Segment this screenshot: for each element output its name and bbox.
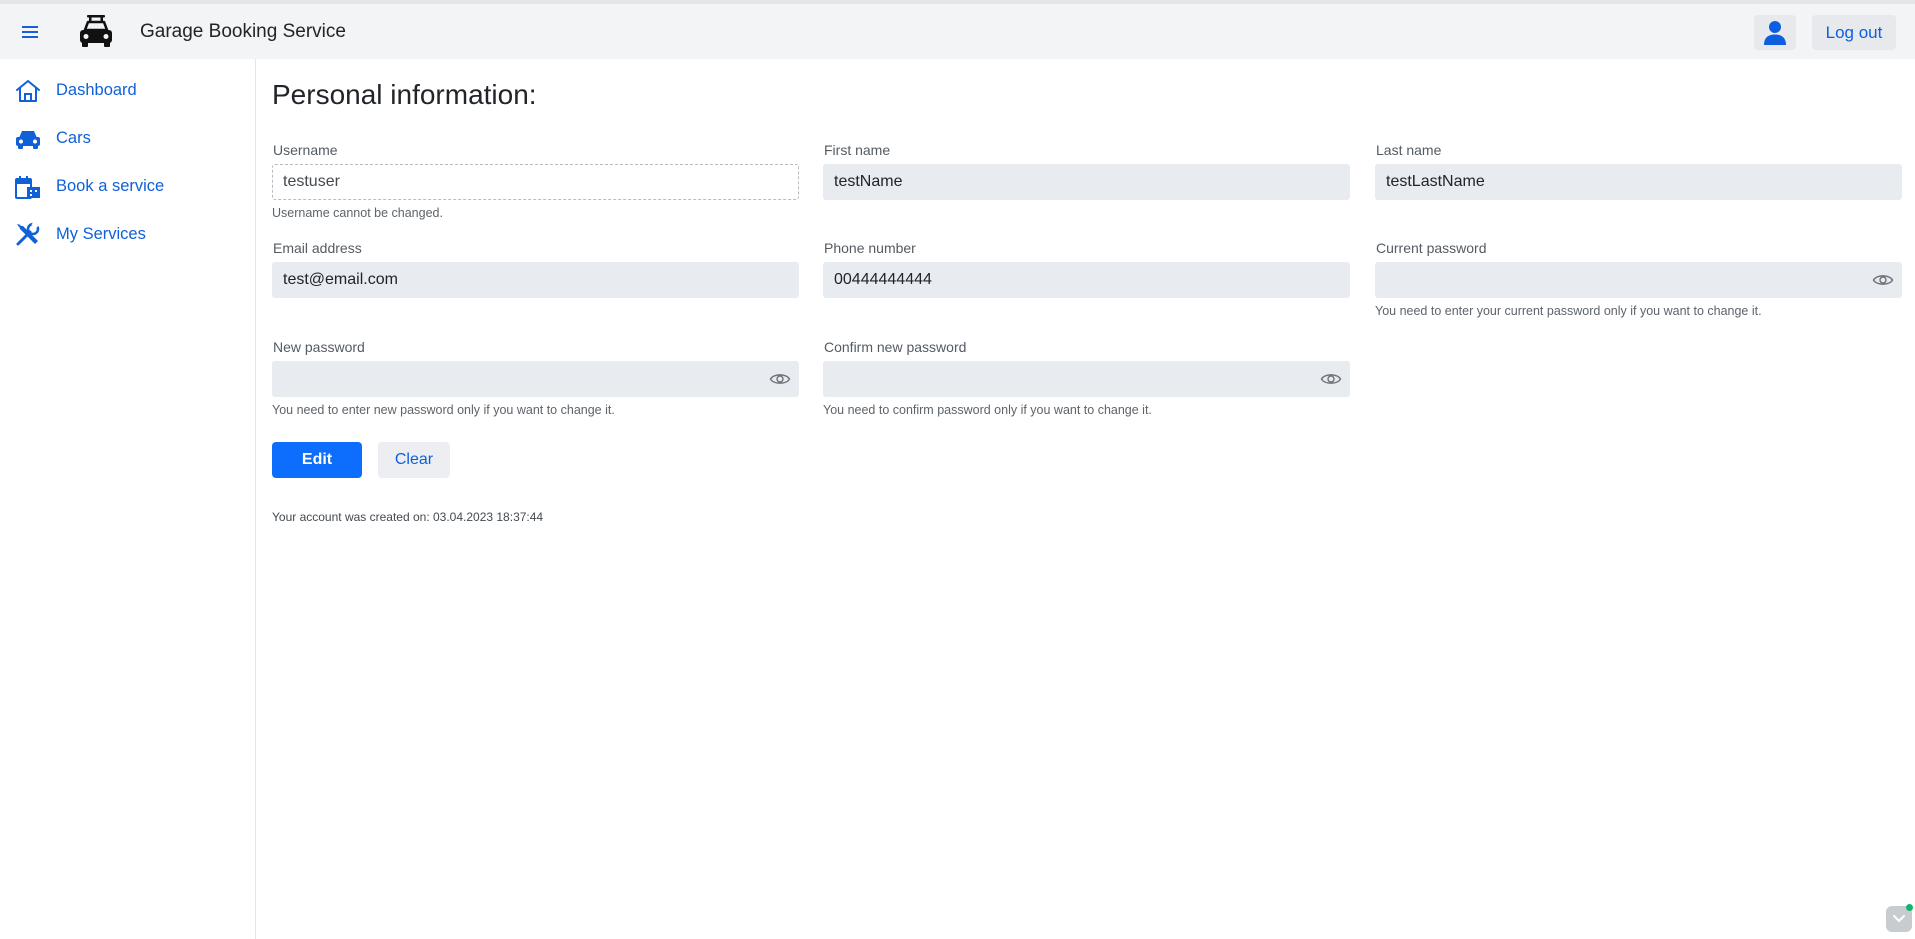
sidebar-item-label: My Services <box>56 225 146 243</box>
car-logo-icon <box>76 12 116 52</box>
car-icon <box>14 126 42 152</box>
current-password-label: Current password <box>1376 240 1487 256</box>
menu-icon[interactable] <box>18 22 42 42</box>
phone-label: Phone number <box>824 240 916 256</box>
current-password-help: You need to enter your current password … <box>1375 304 1762 318</box>
user-icon <box>1764 20 1786 45</box>
account-created-text: Your account was created on: 03.04.2023 … <box>272 510 544 524</box>
app-title: Garage Booking Service <box>140 21 346 42</box>
username-label: Username <box>273 142 338 158</box>
sidebar-item-label: Cars <box>56 129 91 147</box>
user-profile-button[interactable] <box>1754 15 1796 50</box>
top-header: Garage Booking Service Log out <box>0 4 1915 59</box>
first-name-label: First name <box>824 142 891 158</box>
username-help: Username cannot be changed. <box>272 206 443 220</box>
current-password-field[interactable] <box>1375 262 1902 298</box>
sidebar-item-label: Book a service <box>56 177 165 195</box>
email-label: Email address <box>273 240 362 256</box>
main-content: Personal information: Username Username … <box>272 59 1902 919</box>
confirm-password-label: Confirm new password <box>824 339 967 355</box>
confirm-password-help: You need to confirm password only if you… <box>823 403 1152 417</box>
show-password-icon[interactable] <box>1872 271 1894 289</box>
sidebar-item-label: Dashboard <box>56 81 137 99</box>
logout-button[interactable]: Log out <box>1812 15 1896 50</box>
calendar-icon <box>14 174 42 200</box>
chat-widget-button[interactable] <box>1886 904 1913 932</box>
new-password-field[interactable] <box>272 361 799 397</box>
first-name-field[interactable] <box>823 164 1350 200</box>
sidebar-item-dashboard[interactable]: Dashboard <box>0 71 255 111</box>
confirm-password-field[interactable] <box>823 361 1350 397</box>
phone-field[interactable] <box>823 262 1350 298</box>
sidebar-item-my-services[interactable]: My Services <box>0 215 255 255</box>
email-field[interactable] <box>272 262 799 298</box>
sidebar-item-book-service[interactable]: Book a service <box>0 167 255 207</box>
clear-button[interactable]: Clear <box>378 442 450 478</box>
page-title: Personal information: <box>272 79 537 110</box>
sidebar: Dashboard Cars Book a service My Service… <box>0 59 256 939</box>
last-name-field[interactable] <box>1375 164 1902 200</box>
new-password-help: You need to enter new password only if y… <box>272 403 615 417</box>
show-password-icon[interactable] <box>769 370 791 388</box>
new-password-label: New password <box>273 339 365 355</box>
show-password-icon[interactable] <box>1320 370 1342 388</box>
tools-icon <box>14 221 42 248</box>
sidebar-item-cars[interactable]: Cars <box>0 119 255 159</box>
username-field[interactable] <box>272 164 799 200</box>
last-name-label: Last name <box>1376 142 1442 158</box>
home-icon <box>14 78 42 104</box>
edit-button[interactable]: Edit <box>272 442 362 478</box>
chevron-down-icon <box>1893 915 1905 923</box>
status-dot <box>1906 904 1913 911</box>
